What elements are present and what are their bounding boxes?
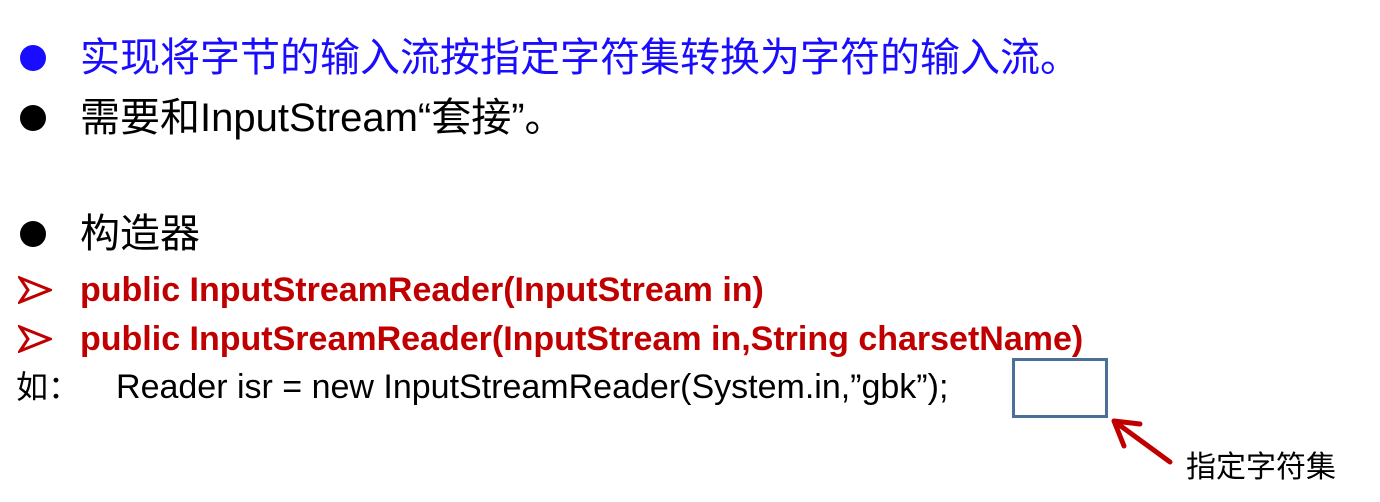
- arrow-bullet-icon: [18, 325, 52, 353]
- example-line: 如： Reader isr = new InputStreamReader(Sy…: [0, 370, 948, 404]
- pointer-arrow-icon: [1111, 418, 1173, 465]
- constructor-line-2: public InputSreamReader(InputStream in,S…: [0, 322, 1083, 356]
- example-prefix: 如：: [16, 368, 81, 406]
- constructor-text-2: public InputSreamReader(InputStream in,S…: [80, 320, 1084, 358]
- example-code: Reader isr = new InputStreamReader(Syste…: [116, 368, 949, 406]
- charset-highlight-box: [1012, 358, 1108, 418]
- constructor-line-1: public InputStreamReader(InputStream in): [0, 273, 764, 307]
- bullet-text-3: 构造器: [80, 212, 200, 256]
- arrow-bullet-icon: [18, 276, 52, 304]
- constructor-text-1: public InputStreamReader(InputStream in): [80, 271, 764, 309]
- bullet-line-3: 构造器: [0, 214, 200, 254]
- bullet-line-2: 需要和InputStream“套接”。: [0, 98, 565, 138]
- annotation-label: 指定字符集: [1186, 450, 1336, 485]
- bullet-line-1: 实现将字节的输入流按指定字符集转换为字符的输入流。: [0, 38, 1080, 78]
- bullet-text-1: 实现将字节的输入流按指定字符集转换为字符的输入流。: [80, 36, 1080, 80]
- bullet-dot-icon: [20, 45, 46, 71]
- bullet-dot-icon: [20, 105, 46, 131]
- bullet-dot-icon: [20, 221, 46, 247]
- bullet-text-2: 需要和InputStream“套接”。: [80, 96, 565, 140]
